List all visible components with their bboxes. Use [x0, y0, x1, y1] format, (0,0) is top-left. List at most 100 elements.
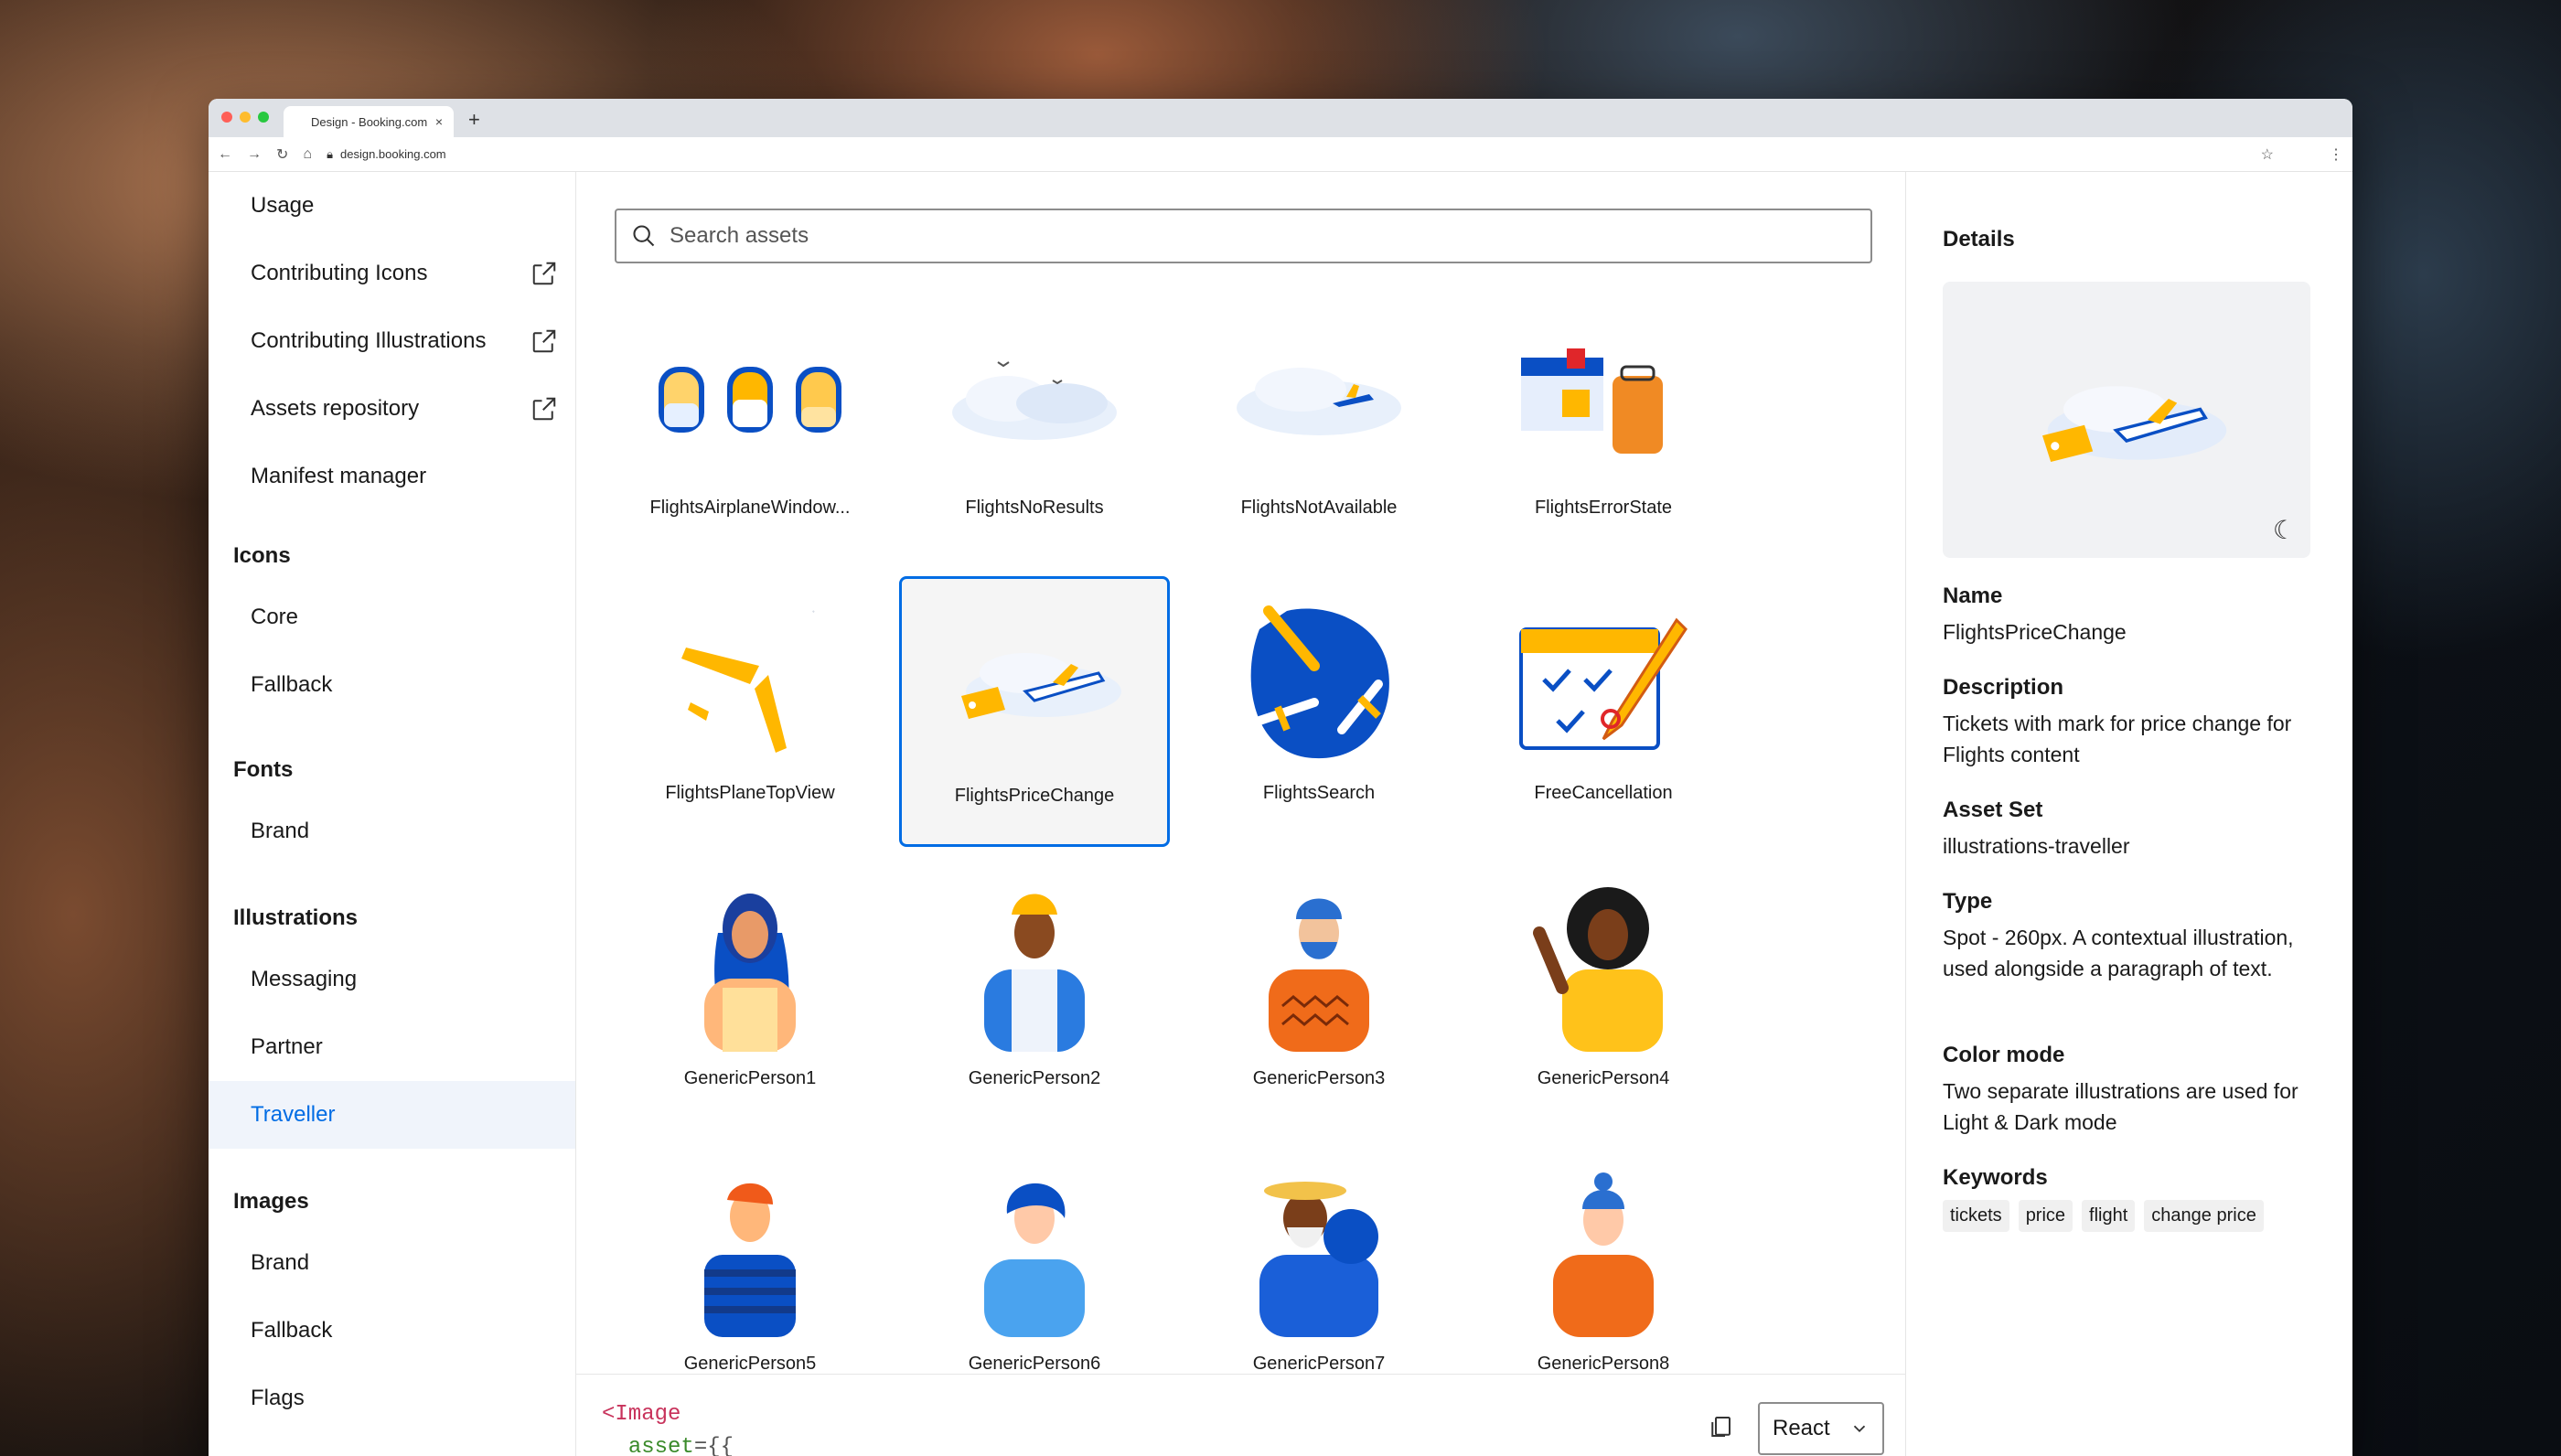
code-snippet-bar: <Image asset={{ React	[576, 1374, 1905, 1456]
sidebar-item-fonts-brand[interactable]: Brand	[209, 798, 575, 865]
asset-browser: FlightsAirplaneWindow... FlightsNoResult…	[576, 172, 1906, 1456]
person-icon	[649, 878, 851, 1052]
new-tab-button[interactable]: +	[468, 108, 480, 132]
description-label: Description	[1943, 675, 2064, 700]
asset-name: GenericPerson5	[683, 1354, 817, 1374]
close-window-button[interactable]	[221, 112, 232, 123]
maximize-window-button[interactable]	[258, 112, 269, 123]
tab-bar: Design - Booking.com × +	[209, 99, 2352, 137]
sidebar-item-messaging[interactable]: Messaging	[209, 946, 575, 1013]
asset-card[interactable]: FlightsPlaneTopView	[615, 576, 885, 847]
asset-card[interactable]: GenericPerson1	[615, 862, 885, 1132]
lock-icon: 🔒︎	[327, 146, 333, 161]
asset-name: FlightsNotAvailable	[1240, 498, 1398, 518]
asset-card[interactable]: FlightsSearch	[1184, 576, 1454, 847]
details-title: Details	[1943, 227, 2015, 252]
minimize-window-button[interactable]	[240, 112, 251, 123]
external-link-icon	[532, 329, 556, 353]
keyword-chip[interactable]: tickets	[1943, 1200, 2009, 1232]
asset-card[interactable]: FreeCancellation	[1468, 576, 1739, 847]
person-icon	[649, 1163, 851, 1337]
sidebar-item-assets-repository[interactable]: Assets repository	[209, 375, 575, 443]
asset-name: GenericPerson6	[968, 1354, 1101, 1374]
url-field[interactable]: 🔒︎ design.booking.com	[327, 147, 2246, 162]
code-punc: ={{	[693, 1435, 734, 1456]
description-field: Description Tickets with mark for price …	[1943, 675, 2318, 770]
color-mode-field: Color mode Two separate illustrations ar…	[1943, 1043, 2318, 1138]
type-label: Type	[1943, 889, 1993, 914]
sidebar-item-usage[interactable]: Usage	[209, 172, 575, 240]
asset-name: FlightsNoResults	[965, 498, 1104, 518]
asset-card[interactable]: GenericPerson4	[1468, 862, 1739, 1132]
asset-card[interactable]: FlightsAirplaneWindow...	[615, 291, 885, 562]
sidebar-item-contributing-icons[interactable]: Contributing Icons	[209, 240, 575, 307]
asset-name: FlightsAirplaneWindow...	[649, 498, 851, 518]
asset-name: GenericPerson8	[1537, 1354, 1670, 1374]
sidebar-item-flags[interactable]: Flags	[209, 1365, 575, 1432]
reload-icon[interactable]: ↻	[276, 145, 288, 164]
sidebar-item-manifest-manager[interactable]: Manifest manager	[209, 443, 575, 510]
airplane-windows-icon	[649, 307, 851, 481]
search-box[interactable]	[615, 209, 1872, 263]
tab-title: Design - Booking.com	[311, 114, 428, 129]
calendar-check-icon	[1503, 593, 1704, 766]
back-icon[interactable]: ←	[218, 146, 232, 163]
asset-card[interactable]: FlightsNoResults	[899, 291, 1170, 562]
sidebar-item-partner[interactable]: Partner	[209, 1013, 575, 1081]
sidebar-item-core[interactable]: Core	[209, 583, 575, 651]
person-icon	[1218, 878, 1420, 1052]
color-mode-value: Two separate illustrations are used for …	[1943, 1079, 2298, 1134]
dark-mode-moon-icon[interactable]: ☾	[2273, 515, 2296, 545]
copy-icon[interactable]	[1707, 1413, 1734, 1440]
name-value: FlightsPriceChange	[1943, 620, 2127, 644]
framework-value: React	[1773, 1416, 1830, 1440]
forward-icon[interactable]: →	[247, 146, 262, 163]
type-value: Spot - 260px. A contextual illustration,…	[1943, 926, 2294, 980]
asset-preview: ☾	[1943, 282, 2310, 558]
asset-name: GenericPerson7	[1252, 1354, 1386, 1374]
code-tag: <Image	[602, 1402, 681, 1427]
code-snippet[interactable]: <Image asset={{	[602, 1398, 734, 1456]
person-icon	[1503, 878, 1704, 1052]
asset-card[interactable]: FlightsNotAvailable	[1184, 291, 1454, 562]
sidebar-item-images-fallback[interactable]: Fallback	[209, 1297, 575, 1365]
browser-menu-icon[interactable]: ⋮	[2329, 145, 2343, 164]
bookmark-star-icon[interactable]: ☆	[2261, 145, 2274, 164]
asset-name: FlightsPlaneTopView	[665, 783, 835, 803]
person-icon	[1503, 1163, 1704, 1337]
cloud-plane-icon	[1218, 307, 1420, 481]
asset-card[interactable]: GenericPerson2	[899, 862, 1170, 1132]
price-change-icon	[934, 595, 1135, 769]
asset-card-selected[interactable]: FlightsPriceChange	[899, 576, 1170, 847]
keywords-label: Keywords	[1943, 1165, 2048, 1190]
asset-set-value: illustrations-traveller	[1943, 834, 2130, 858]
keyword-chip[interactable]: flight	[2082, 1200, 2136, 1232]
keywords-field: Keywords tickets price flight change pri…	[1943, 1165, 2318, 1232]
sidebar-item-contributing-illustrations[interactable]: Contributing Illustrations	[209, 307, 575, 375]
sidebar-item-images-brand[interactable]: Brand	[209, 1229, 575, 1297]
type-field: Type Spot - 260px. A contextual illustra…	[1943, 889, 2318, 984]
url-text: design.booking.com	[340, 147, 446, 161]
sidebar-section-illustrations: Illustrations	[233, 905, 359, 930]
sidebar-section-icons: Icons	[233, 543, 291, 568]
asset-card[interactable]: GenericPerson3	[1184, 862, 1454, 1132]
person-icon	[934, 1163, 1135, 1337]
search-planes-icon	[1218, 593, 1420, 766]
asset-card[interactable]: FlightsErrorState	[1468, 291, 1739, 562]
sidebar-item-fallback[interactable]: Fallback	[209, 651, 575, 719]
sidebar-section-images: Images	[233, 1189, 309, 1214]
keyword-chip[interactable]: change price	[2144, 1200, 2264, 1232]
browser-tab[interactable]: Design - Booking.com ×	[284, 106, 454, 137]
home-icon[interactable]: ⌂	[303, 146, 312, 163]
tab-close-icon[interactable]: ×	[435, 114, 443, 129]
framework-select[interactable]: React	[1758, 1402, 1884, 1455]
asset-name: GenericPerson2	[968, 1068, 1101, 1088]
search-input[interactable]	[670, 223, 1870, 249]
sidebar-item-traveller[interactable]: Traveller	[209, 1081, 575, 1149]
keyword-chip[interactable]: price	[2018, 1200, 2073, 1232]
person-icon	[1218, 1163, 1420, 1337]
clouds-icon	[934, 307, 1135, 481]
name-field: Name FlightsPriceChange	[1943, 583, 2318, 648]
address-bar: ← → ↻ ⌂ 🔒︎ design.booking.com ☆ ⋮	[209, 137, 2352, 172]
browser-window: Design - Booking.com × + ← → ↻ ⌂ 🔒︎ desi…	[209, 99, 2352, 1456]
